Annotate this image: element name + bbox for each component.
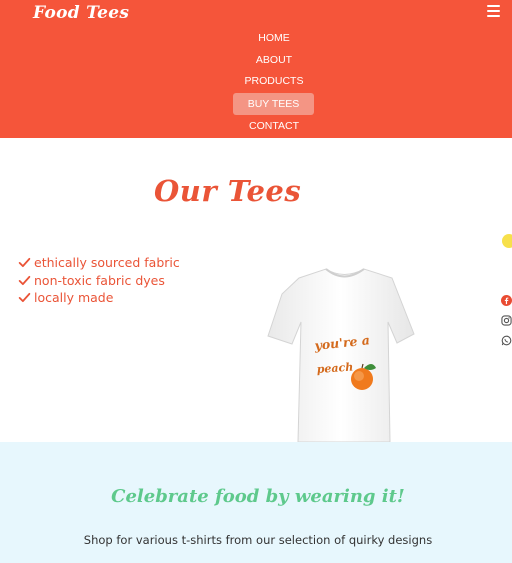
list-item: locally made bbox=[18, 289, 180, 307]
facebook-icon[interactable] bbox=[501, 295, 512, 306]
tshirt-print-line2: peach bbox=[316, 360, 353, 376]
brand-logo[interactable]: Food Tees bbox=[33, 3, 129, 23]
check-icon bbox=[18, 275, 31, 285]
nav-item-home[interactable]: HOME bbox=[0, 27, 512, 49]
feature-list: ethically sourced fabric non-toxic fabri… bbox=[18, 254, 180, 307]
tshirt-image: you're a peach bbox=[267, 268, 415, 442]
nav-item-products[interactable]: PRODUCTS bbox=[0, 70, 512, 92]
list-item: non-toxic fabric dyes bbox=[18, 272, 180, 290]
navbar: Food Tees HOME ABOUT PRODUCTS BUY TEES C… bbox=[0, 0, 512, 138]
hero-section: Our Tees ethically sourced fabric non-to… bbox=[0, 138, 512, 442]
list-item: ethically sourced fabric bbox=[18, 254, 180, 272]
check-icon bbox=[18, 258, 31, 268]
banner-subline: Shop for various t-shirts from our selec… bbox=[83, 533, 433, 547]
check-icon bbox=[18, 293, 31, 303]
nav-item-contact[interactable]: CONTACT bbox=[0, 115, 512, 137]
page-title: Our Tees bbox=[154, 174, 302, 208]
nav-item-buy-tees[interactable]: BUY TEES bbox=[233, 93, 314, 115]
feature-text: non-toxic fabric dyes bbox=[34, 272, 165, 288]
feature-text: locally made bbox=[34, 290, 114, 306]
promo-banner: Celebrate food by wearing it! Shop for v… bbox=[0, 442, 512, 563]
feature-text: ethically sourced fabric bbox=[34, 255, 180, 271]
banner-tagline: Celebrate food by wearing it! bbox=[111, 486, 405, 507]
whatsapp-icon[interactable] bbox=[501, 335, 512, 346]
nav-item-about[interactable]: ABOUT bbox=[0, 49, 512, 71]
chat-icon[interactable] bbox=[502, 234, 512, 248]
hamburger-icon[interactable] bbox=[487, 5, 500, 19]
instagram-icon[interactable] bbox=[501, 315, 512, 326]
nav-item-buy-tees-label: BUY TEES bbox=[247, 98, 300, 110]
